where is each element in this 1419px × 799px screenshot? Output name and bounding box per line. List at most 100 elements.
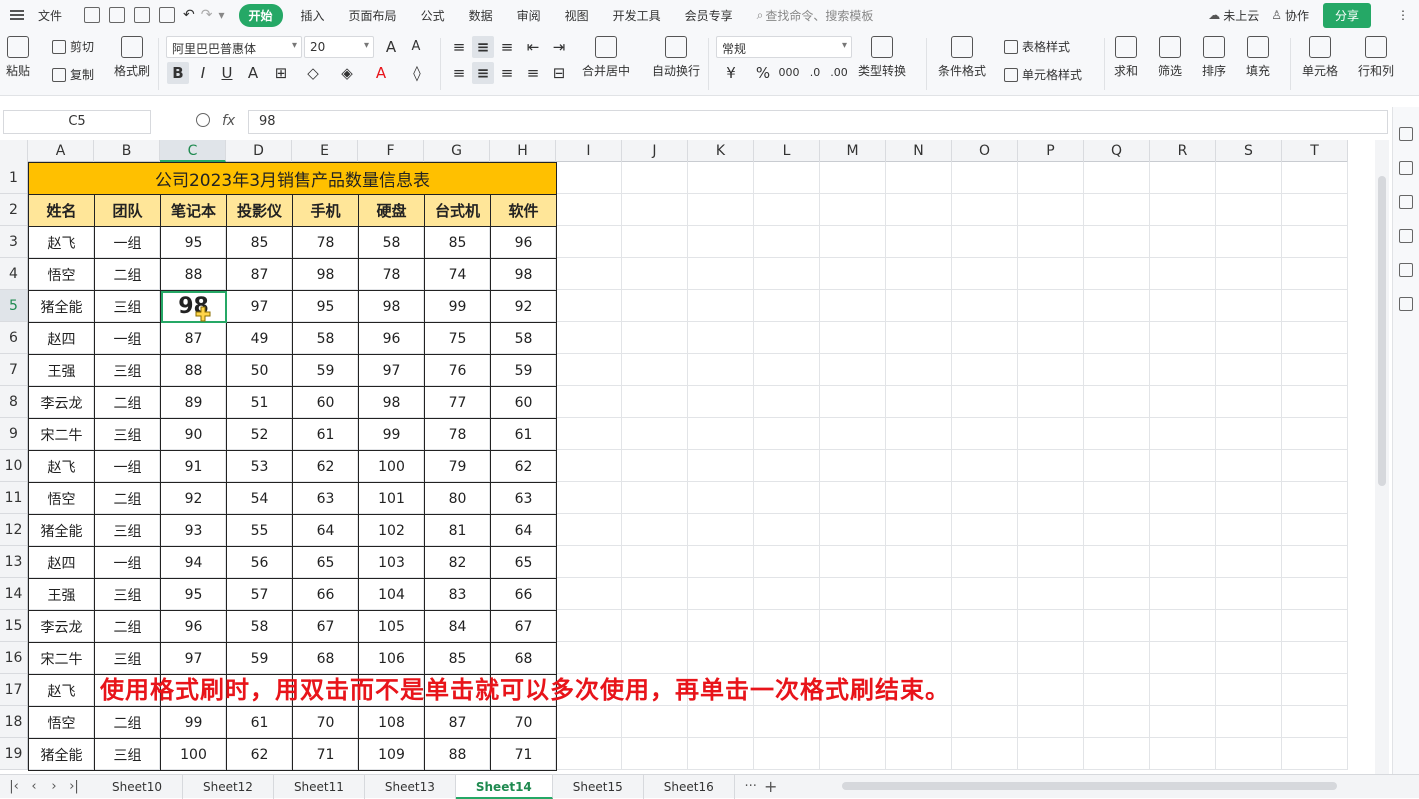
table-cell[interactable]: 51 [226,386,293,419]
empty-cell[interactable] [1150,546,1216,578]
empty-cell[interactable] [1282,258,1348,290]
table-cell[interactable]: 王强 [28,354,95,387]
empty-cell[interactable] [1018,482,1084,514]
table-cell[interactable]: 75 [424,322,491,355]
fx-icon[interactable]: fx [222,113,235,129]
row-header-9[interactable]: 9 [0,418,27,450]
horizontal-scroll-thumb[interactable] [842,782,1337,790]
column-title[interactable]: 团队 [94,194,161,227]
font-name-select[interactable]: 阿里巴巴普惠体 [166,36,302,58]
select-tool-icon[interactable] [1399,127,1413,141]
paste-button[interactable]: 粘贴 [6,36,30,79]
table-cell[interactable]: 92 [160,482,227,515]
empty-cell[interactable] [754,386,820,418]
align-left-icon[interactable]: ≡ [448,62,470,84]
table-cell[interactable]: 三组 [94,290,161,323]
empty-cell[interactable] [1084,386,1150,418]
table-cell[interactable]: 悟空 [28,706,95,739]
table-cell[interactable]: 65 [490,546,557,579]
sheet-tab-sheet11[interactable]: Sheet11 [274,774,365,799]
empty-cell[interactable] [886,450,952,482]
empty-cell[interactable] [1282,738,1348,770]
table-cell[interactable]: 87 [226,258,293,291]
table-cell[interactable]: 89 [160,386,227,419]
row-header-10[interactable]: 10 [0,450,27,482]
table-cell[interactable]: 96 [160,610,227,643]
empty-cell[interactable] [1216,514,1282,546]
table-cell[interactable]: 91 [160,450,227,483]
empty-cell[interactable] [1084,546,1150,578]
empty-cell[interactable] [688,514,754,546]
table-cell[interactable]: 99 [358,418,425,451]
share-button[interactable]: 分享 [1322,2,1371,28]
column-title[interactable]: 硬盘 [358,194,425,227]
table-cell[interactable]: 59 [292,354,359,387]
table-cell[interactable]: 三组 [94,738,161,771]
underline-button[interactable]: U [216,62,238,84]
table-cell[interactable]: 96 [490,226,557,259]
table-cell[interactable]: 95 [160,578,227,611]
empty-cell[interactable] [622,194,688,226]
empty-cell[interactable] [1150,482,1216,514]
column-header-C[interactable]: C [160,140,226,162]
prev-sheet-icon[interactable]: ‹ [24,779,44,794]
save-icon[interactable] [84,7,101,23]
table-cell[interactable]: 71 [490,738,557,771]
empty-cell[interactable] [754,226,820,258]
empty-cell[interactable] [1150,418,1216,450]
empty-cell[interactable] [820,386,886,418]
table-style-button[interactable]: 表格样式 [1004,38,1070,55]
table-cell[interactable]: 93 [160,514,227,547]
empty-cell[interactable] [688,354,754,386]
empty-cell[interactable] [1084,450,1150,482]
horizontal-scrollbar[interactable] [820,779,1360,793]
align-middle-icon[interactable]: ≡ [472,36,494,58]
empty-cell[interactable] [886,226,952,258]
align-center-icon[interactable]: ≡ [472,62,494,84]
empty-cell[interactable] [1282,546,1348,578]
empty-cell[interactable] [1084,706,1150,738]
table-cell[interactable]: 66 [292,578,359,611]
table-cell[interactable]: 一组 [94,450,161,483]
table-cell[interactable]: 二组 [94,386,161,419]
table-cell[interactable]: 61 [490,418,557,451]
empty-cell[interactable] [886,290,952,322]
empty-cell[interactable] [1084,258,1150,290]
empty-cell[interactable] [1282,194,1348,226]
empty-cell[interactable] [1216,226,1282,258]
empty-cell[interactable] [820,482,886,514]
table-cell[interactable]: 赵飞 [28,226,95,259]
export-icon[interactable] [109,7,126,23]
table-cell[interactable]: 58 [292,322,359,355]
table-cell[interactable]: 58 [490,322,557,355]
table-cell[interactable]: 猪全能 [28,290,95,323]
column-header-N[interactable]: N [886,140,952,162]
empty-cell[interactable] [886,738,952,770]
table-cell[interactable]: 100 [160,738,227,771]
justify-icon[interactable]: ≡ [522,62,544,84]
empty-cell[interactable] [952,194,1018,226]
empty-cell[interactable] [886,258,952,290]
table-cell[interactable]: 100 [358,450,425,483]
empty-cell[interactable] [1084,194,1150,226]
empty-cell[interactable] [952,674,1018,706]
active-cell[interactable]: 98 [160,290,227,323]
row-header-18[interactable]: 18 [0,706,27,738]
preview-icon[interactable] [159,7,176,23]
table-cell[interactable]: 105 [358,610,425,643]
empty-cell[interactable] [820,354,886,386]
empty-cell[interactable] [688,194,754,226]
decimal-increase-icon[interactable]: .0 [804,62,826,84]
empty-cell[interactable] [622,354,688,386]
table-cell[interactable]: 61 [226,706,293,739]
empty-cell[interactable] [688,290,754,322]
table-cell[interactable]: 63 [490,482,557,515]
zoom-icon[interactable] [196,113,210,127]
empty-cell[interactable] [820,546,886,578]
sort-button[interactable]: 排序 [1202,36,1226,79]
empty-cell[interactable] [952,226,1018,258]
table-cell[interactable]: 李云龙 [28,386,95,419]
empty-cell[interactable] [1018,450,1084,482]
empty-cell[interactable] [886,194,952,226]
fill-style-icon[interactable]: ◇ [302,62,324,84]
